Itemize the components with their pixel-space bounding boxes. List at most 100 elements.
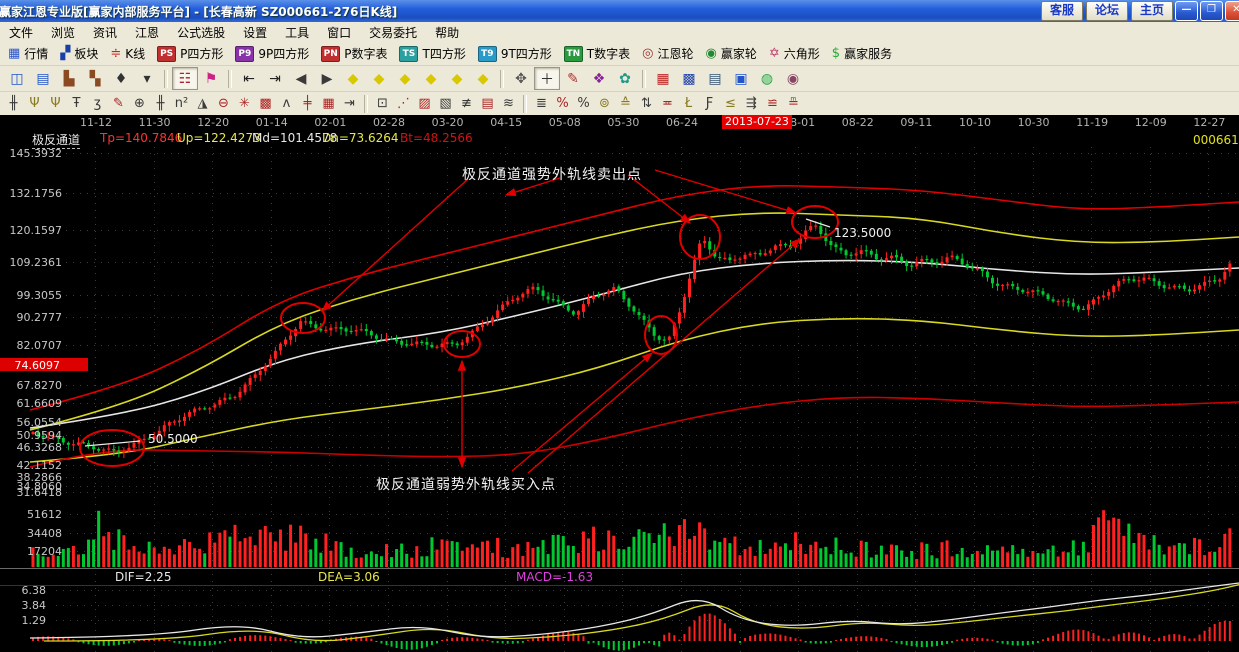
draw-tool-icon-21[interactable]: ▧ bbox=[435, 94, 456, 113]
indicator-flag-icon[interactable]: ⚑ bbox=[198, 67, 224, 90]
hand-icon[interactable]: ✥ bbox=[508, 67, 534, 90]
toolbar-item-T数字表[interactable]: TNT数字表 bbox=[558, 45, 636, 62]
calendar-icon[interactable]: ▦ bbox=[650, 67, 676, 90]
menu-item-江恩[interactable]: 江恩 bbox=[126, 24, 168, 41]
next-bar-icon[interactable]: ▶ bbox=[314, 67, 340, 90]
minimize-button[interactable]: — bbox=[1175, 1, 1198, 21]
pattern-icon[interactable]: ✿ bbox=[612, 67, 638, 90]
draw-tool-icon-0[interactable]: ╫ bbox=[3, 94, 24, 113]
bar-chart-icon[interactable]: ▙ bbox=[56, 67, 82, 90]
draw-tool-icon-38[interactable]: ≞ bbox=[783, 94, 804, 113]
draw-tool-icon-26[interactable]: ≣ bbox=[531, 94, 552, 113]
toolbar-item-板块[interactable]: ▞板块 bbox=[54, 45, 104, 62]
diamond-right-icon[interactable]: ◆ bbox=[366, 67, 392, 90]
draw-tool-icon-27[interactable]: % bbox=[552, 94, 573, 113]
titlebar-button-论坛[interactable]: 论坛 bbox=[1086, 1, 1128, 21]
toolbar-glyph-icon: ▞ bbox=[60, 47, 70, 61]
info-panel-icon[interactable]: ▤ bbox=[30, 67, 56, 90]
menu-item-交易委托[interactable]: 交易委托 bbox=[360, 24, 426, 41]
save-icon[interactable]: ▣ bbox=[728, 67, 754, 90]
toolbar-item-赢家服务[interactable]: $赢家服务 bbox=[826, 45, 898, 62]
draw-tool-icon-8[interactable]: n² bbox=[171, 94, 192, 113]
toolbar-item-行情[interactable]: ▦行情 bbox=[2, 45, 54, 62]
menu-item-文件[interactable]: 文件 bbox=[0, 24, 42, 41]
notebook-icon[interactable]: ▤ bbox=[702, 67, 728, 90]
kline-window-icon[interactable]: ☷ bbox=[172, 67, 198, 90]
diamond-zoom-in-icon[interactable]: ◆ bbox=[444, 67, 470, 90]
draw-tool-icon-7[interactable]: ╫ bbox=[150, 94, 171, 113]
menu-item-资讯[interactable]: 资讯 bbox=[84, 24, 126, 41]
toolbar-item-江恩轮[interactable]: ◎江恩轮 bbox=[636, 45, 699, 62]
toolbar-item-赢家轮[interactable]: ◉赢家轮 bbox=[700, 45, 763, 62]
first-bar-icon[interactable]: ⇤ bbox=[236, 67, 262, 90]
draw-tool-icon-31[interactable]: ⇅ bbox=[636, 94, 657, 113]
web-chart-icon[interactable]: ◍ bbox=[754, 67, 780, 90]
draw-tool-icon-10[interactable]: ⊖ bbox=[213, 94, 234, 113]
draw-tool-icon-36[interactable]: ⇶ bbox=[741, 94, 762, 113]
style-dropdown-icon[interactable]: ▾ bbox=[134, 67, 160, 90]
app-window: { "window": { "title": "赢家江恩专业版[赢家内部服务平台… bbox=[0, 0, 1239, 652]
toolbar-item-六角形[interactable]: ✡六角形 bbox=[763, 45, 826, 62]
draw-tool-icon-11[interactable]: ✳ bbox=[234, 94, 255, 113]
last-bar-icon[interactable]: ⇥ bbox=[262, 67, 288, 90]
crosshair-icon[interactable]: ＋ bbox=[534, 67, 560, 90]
draw-tool-icon-12[interactable]: ▩ bbox=[255, 94, 276, 113]
draw-tool-icon-20[interactable]: ▨ bbox=[414, 94, 435, 113]
candle-style-icon[interactable]: ♦ bbox=[108, 67, 134, 90]
user-chart-icon[interactable]: ◉ bbox=[780, 67, 806, 90]
diamond-zoom-out-icon[interactable]: ◆ bbox=[470, 67, 496, 90]
toolbar-item-P数字表[interactable]: PNP数字表 bbox=[315, 45, 393, 62]
svg-text:61.6609: 61.6609 bbox=[17, 397, 63, 410]
pen-icon[interactable]: ✎ bbox=[560, 67, 586, 90]
menu-item-窗口[interactable]: 窗口 bbox=[318, 24, 360, 41]
draw-tool-icon-2[interactable]: Ψ bbox=[45, 94, 66, 113]
draw-tool-icon-19[interactable]: ⋰ bbox=[393, 94, 414, 113]
draw-tool-icon-6[interactable]: ⊕ bbox=[129, 94, 150, 113]
toolbar-item-9T四方形[interactable]: T99T四方形 bbox=[472, 45, 558, 62]
diamond-expand-icon[interactable]: ◆ bbox=[392, 67, 418, 90]
draw-tool-icon-15[interactable]: ▦ bbox=[318, 94, 339, 113]
toolbar-item-P四方形[interactable]: PSP四方形 bbox=[151, 45, 229, 62]
draw-tool-icon-1[interactable]: Ψ bbox=[24, 94, 45, 113]
draw-tool-icon-28[interactable]: % bbox=[573, 94, 594, 113]
draw-tool-icon-5[interactable]: ✎ bbox=[108, 94, 129, 113]
restore-button[interactable]: ❐ bbox=[1200, 1, 1223, 21]
draw-tool-icon-16[interactable]: ⇥ bbox=[339, 94, 360, 113]
diamond-shrink-icon[interactable]: ◆ bbox=[418, 67, 444, 90]
draw-tool-icon-33[interactable]: Ł bbox=[678, 94, 699, 113]
titlebar-button-客服[interactable]: 客服 bbox=[1041, 1, 1083, 21]
draw-tool-icon-34[interactable]: Ƒ bbox=[699, 94, 720, 113]
toolbar-item-K线[interactable]: ≑K线 bbox=[104, 45, 151, 62]
calculator-icon[interactable]: ▩ bbox=[676, 67, 702, 90]
diamond-left-icon[interactable]: ◆ bbox=[340, 67, 366, 90]
draw-tool-icon-29[interactable]: ⊚ bbox=[594, 94, 615, 113]
window-icon[interactable]: ◫ bbox=[4, 67, 30, 90]
titlebar-button-主页[interactable]: 主页 bbox=[1131, 1, 1173, 21]
toolbar-item-9P四方形[interactable]: P99P四方形 bbox=[229, 45, 315, 62]
draw-tool-icon-9[interactable]: ◮ bbox=[192, 94, 213, 113]
draw-tool-icon-22[interactable]: ≢ bbox=[456, 94, 477, 113]
draw-tool-icon-13[interactable]: ʌ bbox=[276, 94, 297, 113]
bar-chart-alt-icon[interactable]: ▚ bbox=[82, 67, 108, 90]
draw-tool-icon-24[interactable]: ≋ bbox=[498, 94, 519, 113]
gann-shape-icon[interactable]: ❖ bbox=[586, 67, 612, 90]
close-button[interactable]: ✕ bbox=[1225, 1, 1239, 21]
draw-tool-icon-30[interactable]: ≙ bbox=[615, 94, 636, 113]
prev-bar-icon[interactable]: ◀ bbox=[288, 67, 314, 90]
menu-item-浏览[interactable]: 浏览 bbox=[42, 24, 84, 41]
draw-tool-icon-32[interactable]: ≖ bbox=[657, 94, 678, 113]
menu-item-公式选股[interactable]: 公式选股 bbox=[168, 24, 234, 41]
toolbar-item-T四方形[interactable]: TST四方形 bbox=[393, 45, 471, 62]
toolbar-item-label: 六角形 bbox=[784, 45, 820, 62]
draw-tool-icon-35[interactable]: ≤ bbox=[720, 94, 741, 113]
draw-tool-icon-23[interactable]: ▤ bbox=[477, 94, 498, 113]
draw-tool-icon-3[interactable]: Ŧ bbox=[66, 94, 87, 113]
draw-tool-icon-14[interactable]: ╪ bbox=[297, 94, 318, 113]
menu-item-设置[interactable]: 设置 bbox=[234, 24, 276, 41]
menu-item-工具[interactable]: 工具 bbox=[276, 24, 318, 41]
draw-tool-icon-4[interactable]: ʒ bbox=[87, 94, 108, 113]
draw-tool-icon-37[interactable]: ≌ bbox=[762, 94, 783, 113]
draw-tool-icon-18[interactable]: ⊡ bbox=[372, 94, 393, 113]
chart-area[interactable]: 11-1211-3012-2001-1402-0102-2803-2004-15… bbox=[0, 115, 1239, 652]
menu-item-帮助[interactable]: 帮助 bbox=[426, 24, 468, 41]
